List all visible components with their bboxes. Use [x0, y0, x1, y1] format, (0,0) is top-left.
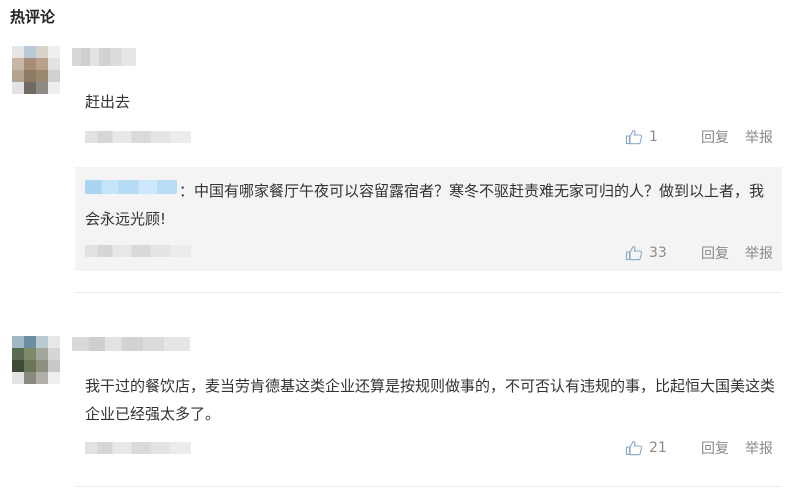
- reply-button[interactable]: 回复: [701, 127, 729, 147]
- username[interactable]: [72, 48, 136, 66]
- report-button[interactable]: 举报: [745, 243, 773, 263]
- timestamp: [85, 442, 191, 454]
- like-count: 33: [649, 245, 667, 261]
- section-title: 热评论: [10, 8, 56, 26]
- like-count: 1: [649, 129, 658, 145]
- divider: [75, 486, 782, 487]
- avatar[interactable]: [12, 46, 60, 94]
- like-count: 21: [649, 440, 667, 456]
- reply-actions: 33 回复 举报: [625, 243, 773, 263]
- reply-button[interactable]: 回复: [701, 243, 729, 263]
- report-button[interactable]: 举报: [745, 438, 773, 458]
- username[interactable]: [72, 337, 190, 351]
- reply-text: ：中国有哪家餐厅午夜可以容留露宿者？寒冬不驱赶责难无家可归的人？做到以上者，我会…: [85, 182, 765, 228]
- timestamp: [85, 131, 191, 143]
- comment-actions: 1 回复 举报: [625, 127, 773, 147]
- report-button[interactable]: 举报: [745, 127, 773, 147]
- thumbs-up-icon[interactable]: [625, 440, 643, 456]
- reply-timestamp: [85, 245, 191, 257]
- thumbs-up-icon[interactable]: [625, 129, 643, 145]
- divider: [75, 292, 782, 293]
- comment-text: 我干过的餐饮店，麦当劳肯德基这类企业还算是按规则做事的，不可否认有违规的事，比起…: [85, 377, 776, 423]
- comment-text: 赶出去: [85, 93, 131, 111]
- avatar[interactable]: [12, 336, 60, 384]
- comment-actions: 21 回复 举报: [625, 438, 773, 458]
- reply-button[interactable]: 回复: [701, 438, 729, 458]
- thumbs-up-icon[interactable]: [625, 245, 643, 261]
